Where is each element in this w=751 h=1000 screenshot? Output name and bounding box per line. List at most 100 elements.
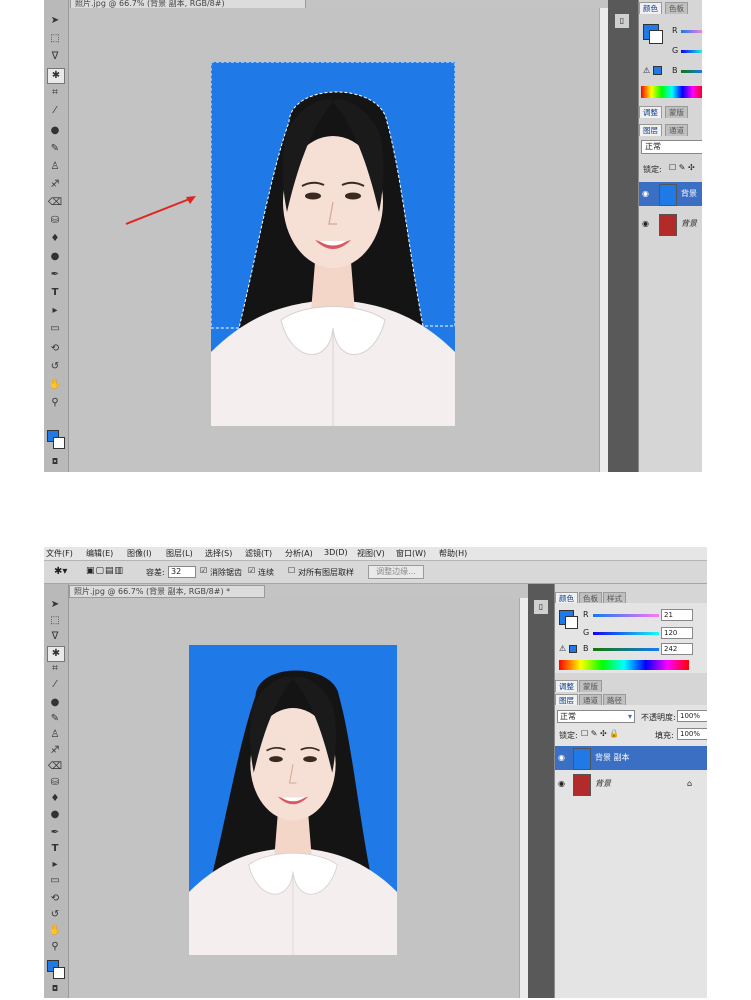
tab-layers[interactable]: 图层 — [639, 124, 662, 136]
visibility-eye-icon[interactable]: ◉ — [642, 212, 651, 228]
menu-filter[interactable]: 滤镜(T) — [245, 548, 272, 559]
all-layers-checkbox[interactable]: ☐ — [288, 566, 295, 575]
fill-input[interactable]: 100% — [677, 728, 707, 740]
blend-mode-select[interactable]: 正常 — [641, 140, 702, 154]
hand-tool-icon[interactable]: ✋ — [47, 924, 63, 938]
lock-icons[interactable]: ☐ ✎ ✣ — [669, 163, 695, 172]
layer-row-copy[interactable]: ◉ 背景 副本 — [555, 746, 707, 770]
lasso-tool-icon[interactable]: ᐁ — [47, 50, 63, 64]
zoom-tool-icon[interactable]: ⚲ — [47, 396, 63, 410]
marquee-tool-icon[interactable]: ⬚ — [47, 614, 63, 628]
healing-brush-icon[interactable]: ● — [47, 124, 63, 138]
menu-3d[interactable]: 3D(D) — [324, 548, 348, 557]
layer-row-background[interactable]: ◉ 背景 — [639, 212, 702, 236]
marquee-tool-icon[interactable]: ⬚ — [47, 32, 63, 46]
panel-collapse-icon[interactable]: ▯ — [615, 14, 629, 28]
g-slider[interactable] — [681, 50, 702, 53]
menu-analysis[interactable]: 分析(A) — [285, 548, 313, 559]
quick-mask-icon[interactable]: ◘ — [47, 982, 63, 996]
type-tool-icon[interactable]: T — [47, 842, 63, 856]
eraser-tool-icon[interactable]: ⌫ — [47, 760, 63, 774]
3d-rotate-icon[interactable]: ⟲ — [47, 342, 63, 356]
b-slider[interactable] — [681, 70, 702, 73]
background-color-swatch[interactable] — [53, 967, 65, 979]
blur-tool-icon[interactable]: ♦ — [47, 792, 63, 806]
refine-edge-button[interactable]: 调整边缘... — [368, 565, 424, 579]
paint-bucket-icon[interactable]: ⛁ — [47, 776, 63, 790]
selection-mode-icons[interactable]: ▣▢▤▥ — [86, 566, 124, 576]
panel-collapse-icon[interactable]: ▯ — [534, 600, 548, 614]
menu-select[interactable]: 选择(S) — [205, 548, 232, 559]
visibility-eye-icon[interactable]: ◉ — [558, 746, 567, 762]
panel-bg-swatch[interactable] — [649, 30, 663, 44]
lock-icons[interactable]: ☐ ✎ ✣ 🔒 — [581, 729, 619, 738]
move-tool-icon[interactable]: ➤ — [47, 598, 63, 612]
b-slider[interactable] — [593, 648, 659, 651]
visibility-eye-icon[interactable]: ◉ — [558, 772, 567, 788]
tab-adjustments[interactable]: 调整 — [555, 680, 578, 692]
tab-color[interactable]: 颜色 — [639, 2, 662, 14]
magic-wand-tool-icon[interactable]: ✱ — [47, 68, 65, 84]
eraser-tool-icon[interactable]: ⌫ — [47, 196, 63, 210]
hand-tool-icon[interactable]: ✋ — [47, 378, 63, 392]
3d-orbit-icon[interactable]: ↺ — [47, 360, 63, 374]
menu-edit[interactable]: 编辑(E) — [86, 548, 113, 559]
3d-orbit-icon[interactable]: ↺ — [47, 908, 63, 922]
opacity-input[interactable]: 100% — [677, 710, 707, 722]
shape-tool-icon[interactable]: ▭ — [47, 322, 63, 336]
tab-channels[interactable]: 通道 — [665, 124, 688, 136]
contiguous-checkbox[interactable]: ☑ — [248, 566, 255, 575]
3d-rotate-icon[interactable]: ⟲ — [47, 892, 63, 906]
path-select-icon[interactable]: ▸ — [47, 304, 63, 318]
tab-adjustments[interactable]: 调整 — [639, 106, 662, 118]
r-value-input[interactable]: 21 — [661, 609, 693, 621]
color-spectrum[interactable] — [641, 86, 702, 98]
layer-row-background[interactable]: ◉ 背景 ⌂ — [555, 772, 707, 796]
web-color-swatch[interactable] — [569, 645, 577, 653]
brush-tool-icon[interactable]: ✎ — [47, 142, 63, 156]
eyedropper-tool-icon[interactable]: ⁄ — [47, 104, 63, 118]
quick-mask-icon[interactable]: ◘ — [47, 455, 63, 469]
background-color-swatch[interactable] — [53, 437, 65, 449]
blur-tool-icon[interactable]: ♦ — [47, 232, 63, 246]
antialias-checkbox[interactable]: ☑ — [200, 566, 207, 575]
shape-tool-icon[interactable]: ▭ — [47, 874, 63, 888]
menu-view[interactable]: 视图(V) — [357, 548, 385, 559]
menu-layer[interactable]: 图层(L) — [166, 548, 193, 559]
stamp-tool-icon[interactable]: ♙ — [47, 728, 63, 742]
g-value-input[interactable]: 120 — [661, 627, 693, 639]
r-slider[interactable] — [593, 614, 659, 617]
blend-mode-select[interactable]: 正常 ▾ — [557, 710, 635, 723]
brush-tool-icon[interactable]: ✎ — [47, 712, 63, 726]
magic-wand-tool-icon[interactable]: ✱ — [47, 646, 65, 662]
r-slider[interactable] — [681, 30, 702, 33]
pen-tool-icon[interactable]: ✒ — [47, 826, 63, 840]
crop-tool-icon[interactable]: ⌗ — [47, 86, 63, 100]
paint-bucket-icon[interactable]: ⛁ — [47, 214, 63, 228]
menu-file[interactable]: 文件(F) — [46, 548, 73, 559]
lasso-tool-icon[interactable]: ᐁ — [47, 630, 63, 644]
menu-window[interactable]: 窗口(W) — [396, 548, 426, 559]
pen-tool-icon[interactable]: ✒ — [47, 268, 63, 282]
stamp-tool-icon[interactable]: ♙ — [47, 160, 63, 174]
menu-image[interactable]: 图像(I) — [127, 548, 152, 559]
dodge-tool-icon[interactable]: ● — [47, 808, 63, 822]
crop-tool-icon[interactable]: ⌗ — [47, 662, 63, 676]
tab-masks[interactable]: 蒙版 — [579, 680, 602, 692]
healing-brush-icon[interactable]: ● — [47, 696, 63, 710]
magic-wand-preset-icon[interactable]: ✱▾ — [54, 566, 67, 577]
move-tool-icon[interactable]: ➤ — [47, 14, 63, 28]
eyedropper-tool-icon[interactable]: ⁄ — [47, 678, 63, 692]
dodge-tool-icon[interactable]: ● — [47, 250, 63, 264]
web-color-swatch[interactable] — [653, 66, 662, 75]
g-slider[interactable] — [593, 632, 659, 635]
visibility-eye-icon[interactable]: ◉ — [642, 182, 651, 198]
b-value-input[interactable]: 242 — [661, 643, 693, 655]
layer-row-copy[interactable]: ◉ 背景 — [639, 182, 702, 206]
tolerance-input[interactable]: 32 — [168, 566, 196, 578]
path-select-icon[interactable]: ▸ — [47, 858, 63, 872]
type-tool-icon[interactable]: T — [47, 286, 63, 300]
tab-swatches[interactable]: 色板 — [665, 2, 688, 14]
history-brush-icon[interactable]: ♐ — [47, 744, 63, 758]
panel-bg-swatch[interactable] — [565, 616, 578, 629]
